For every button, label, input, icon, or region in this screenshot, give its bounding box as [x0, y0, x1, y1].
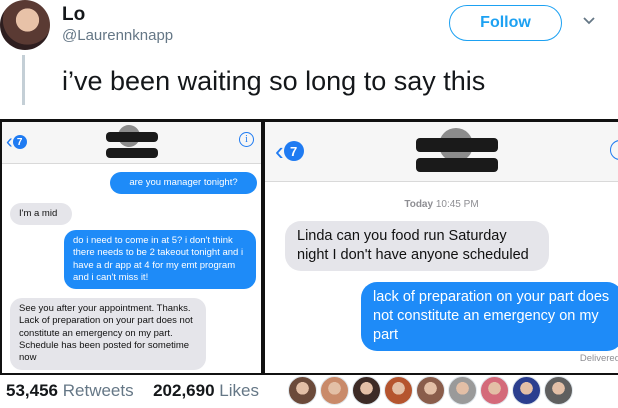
redaction-bar	[416, 158, 498, 172]
redaction-bar	[106, 132, 158, 142]
retweets-count[interactable]: 53,456	[6, 381, 58, 400]
chevron-left-icon: ‹	[275, 136, 284, 166]
liker-avatar[interactable]	[320, 376, 349, 405]
delivered-status: Delivered	[579, 353, 618, 364]
unread-badge: 7	[12, 135, 27, 149]
thread-line	[22, 55, 25, 105]
liker-avatar[interactable]	[512, 376, 541, 405]
redaction-bar	[106, 148, 158, 158]
tweet-text: i’ve been waiting so long to say this	[62, 66, 486, 96]
liker-avatar[interactable]	[384, 376, 413, 405]
message-bubble-sent: do i need to come in at 5? i don't think…	[64, 230, 256, 290]
author-name[interactable]: Lo	[62, 4, 85, 26]
liker-avatar[interactable]	[352, 376, 381, 405]
info-icon: i	[239, 132, 254, 147]
liker-avatar[interactable]	[288, 376, 317, 405]
follow-button[interactable]: Follow	[449, 5, 562, 41]
liker-avatars	[288, 376, 576, 405]
message-bubble-sent: are you manager tonight?	[110, 172, 257, 195]
screenshot-right[interactable]: ‹ 7 i Today 10:45 PM Linda can you food …	[265, 122, 618, 373]
message-bubble-received: Linda can you food run Saturday night I …	[285, 221, 549, 271]
message-bubble-sent: lack of preparation on your part does no…	[361, 282, 618, 351]
messages-header: ‹ 7 i	[2, 122, 261, 164]
redaction-bar	[416, 138, 498, 152]
author-avatar[interactable]	[0, 0, 50, 50]
chevron-down-icon[interactable]	[582, 14, 596, 28]
retweets-label[interactable]: Retweets	[63, 381, 134, 400]
likes-label[interactable]: Likes	[219, 381, 259, 400]
messages-header: ‹ 7 i	[265, 122, 618, 182]
likes-count[interactable]: 202,690	[153, 381, 214, 400]
liker-avatar[interactable]	[544, 376, 573, 405]
unread-badge: 7	[283, 141, 304, 161]
back-button: ‹ 7	[6, 132, 27, 152]
message-timestamp: Today 10:45 PM	[265, 199, 618, 210]
liker-avatar[interactable]	[448, 376, 477, 405]
liker-avatar[interactable]	[480, 376, 509, 405]
chevron-left-icon: ‹	[6, 131, 13, 153]
liker-avatar[interactable]	[416, 376, 445, 405]
message-bubble-received: I'm a mid	[10, 203, 72, 226]
timestamp-time: 10:45 PM	[435, 199, 479, 210]
back-button: ‹ 7	[275, 138, 304, 164]
author-handle[interactable]: @Laurennknapp	[62, 27, 173, 44]
message-bubble-received: See you after your appointment. Thanks. …	[10, 298, 206, 370]
info-icon: i	[610, 140, 618, 160]
tweet-stats: 53,456 Retweets 202,690 Likes	[6, 381, 259, 401]
screenshot-left[interactable]: ‹ 7 i are you manager tonight? I'm a mid…	[2, 122, 261, 373]
tweet-media[interactable]: ‹ 7 i are you manager tonight? I'm a mid…	[0, 119, 618, 375]
timestamp-day: Today	[404, 199, 434, 210]
